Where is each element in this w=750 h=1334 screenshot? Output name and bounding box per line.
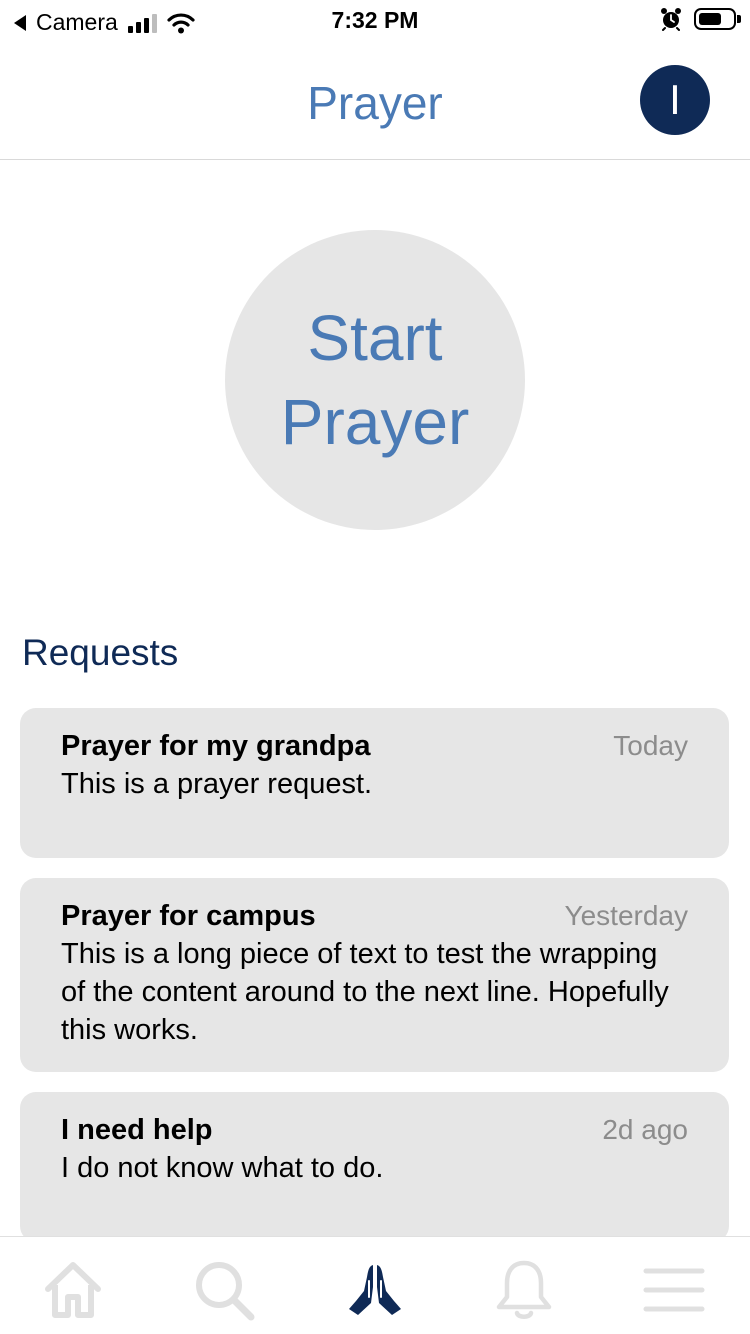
- request-title: Prayer for campus: [61, 900, 316, 932]
- request-card[interactable]: Prayer for campus Yesterday This is a lo…: [20, 878, 729, 1072]
- request-card[interactable]: Prayer for my grandpa Today This is a pr…: [20, 708, 729, 858]
- request-title: I need help: [61, 1114, 213, 1146]
- request-time: Yesterday: [564, 900, 689, 931]
- profile-avatar-button[interactable]: I: [640, 65, 710, 135]
- battery-icon: [694, 8, 741, 30]
- prayer-screen: Camera 7:32 PM Prayer I Start Prayer Req…: [0, 0, 750, 1334]
- tab-prayer[interactable]: [340, 1255, 410, 1325]
- start-prayer-line1: Start: [307, 302, 443, 374]
- search-icon: [196, 1262, 255, 1321]
- menu-icon: [643, 1268, 705, 1312]
- start-prayer-button[interactable]: Start Prayer: [225, 230, 525, 530]
- bell-icon: [496, 1260, 552, 1319]
- status-bar: Camera 7:32 PM: [0, 0, 750, 40]
- status-time: 7:32 PM: [331, 7, 419, 33]
- requests-heading: Requests: [22, 632, 179, 673]
- request-body: This is a prayer request.: [61, 768, 373, 800]
- request-title: Prayer for my grandpa: [61, 730, 371, 762]
- request-body: This is a long piece of text to test the…: [61, 938, 669, 1046]
- request-card[interactable]: I need help 2d ago I do not know what to…: [20, 1092, 729, 1242]
- page-title: Prayer: [307, 77, 443, 129]
- home-icon: [45, 1262, 101, 1318]
- alarm-icon: [661, 8, 681, 31]
- praying-hands-icon: [349, 1265, 401, 1315]
- nav-header: Prayer I: [0, 40, 750, 160]
- request-time: Today: [613, 730, 688, 761]
- tab-notifications[interactable]: [489, 1255, 559, 1325]
- tab-search[interactable]: [189, 1255, 259, 1325]
- request-body: I do not know what to do.: [61, 1152, 384, 1184]
- tab-menu[interactable]: [639, 1255, 709, 1325]
- start-prayer-line2: Prayer: [280, 386, 470, 458]
- avatar-initial: I: [669, 76, 681, 123]
- bottom-tab-bar: [0, 1236, 750, 1334]
- request-time: 2d ago: [602, 1114, 688, 1145]
- tab-home[interactable]: [38, 1255, 108, 1325]
